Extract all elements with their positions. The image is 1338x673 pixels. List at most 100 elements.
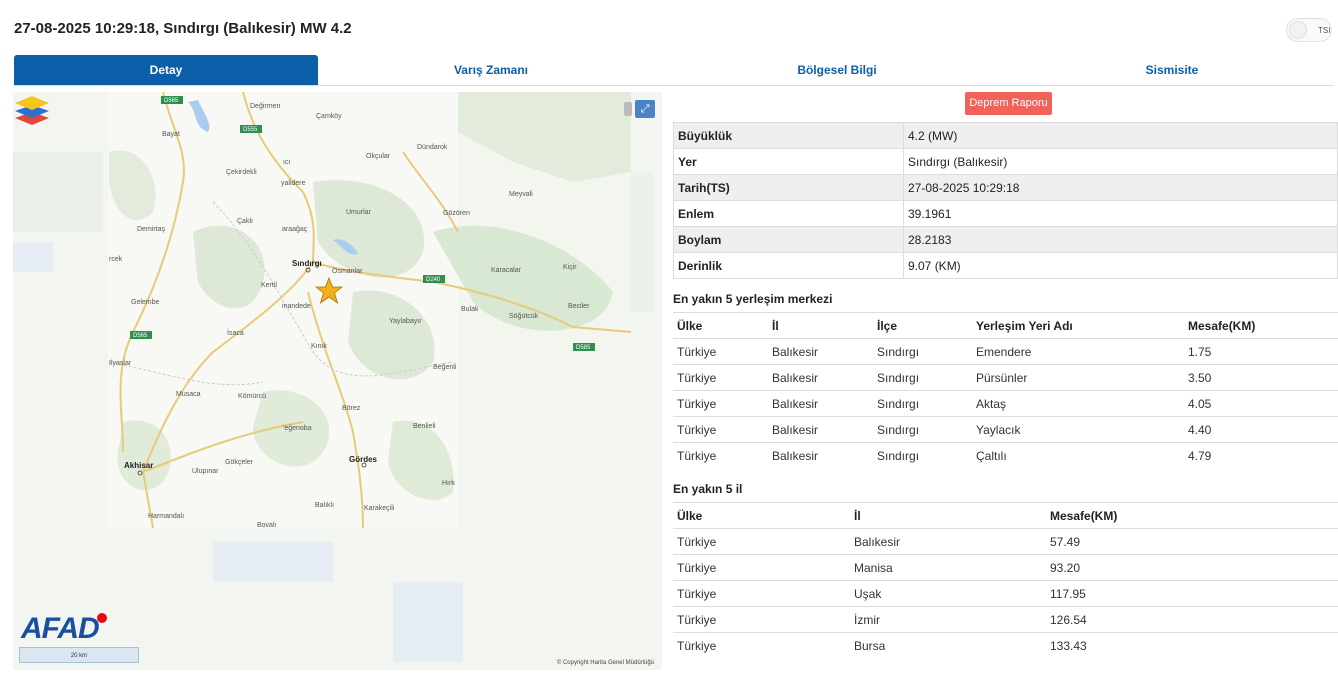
svg-text:D565: D565: [133, 333, 148, 339]
table-cell: Sındırgı: [873, 390, 972, 417]
svg-text:ıcı: ıcı: [283, 159, 290, 166]
svg-text:Harmandalı: Harmandalı: [148, 513, 184, 520]
settlements-table: Ülke İl İlçe Yerleşim Yeri Adı Mesafe(KM) Tü…: [673, 312, 1338, 469]
svg-text:Sındırgı: Sındırgı: [292, 259, 322, 268]
detail-row: Enlem 39.1961: [673, 200, 1338, 227]
svg-text:araağaç: araağaç: [282, 226, 308, 233]
detail-value: 39.1961: [903, 200, 1338, 227]
tab-bar: Detay Varış Zamanı Bölgesel Bilgi Sismis…: [14, 55, 1334, 86]
svg-text:Kertil: Kertil: [261, 282, 277, 289]
detail-value: Sındırgı (Balıkesir): [903, 148, 1338, 175]
table-row: Türkiye Manisa 93.20: [673, 554, 1338, 581]
svg-text:D585: D585: [576, 345, 591, 351]
table-row: Türkiye Balıkesir 57.49: [673, 528, 1338, 555]
table-cell: Pürsünler: [972, 364, 1184, 391]
table-cell: Balıkesir: [768, 390, 873, 417]
svg-text:Bulak: Bulak: [461, 306, 479, 313]
svg-text:Ilyaslar: Ilyaslar: [109, 360, 132, 367]
page-title: 27-08-2025 10:29:18, Sındırgı (Balıkesir…: [14, 20, 352, 37]
detail-key: Yer: [673, 148, 904, 175]
table-cell: 93.20: [1046, 554, 1338, 581]
detail-value: 28.2183: [903, 226, 1338, 253]
svg-text:Karakeçili: Karakeçili: [364, 505, 395, 512]
table-cell: Türkiye: [673, 442, 768, 469]
toggle-label: TSI: [1318, 26, 1331, 35]
detail-key: Derinlik: [673, 252, 904, 279]
svg-text:Benlieli: Benlieli: [413, 423, 436, 430]
detail-value: 9.07 (KM): [903, 252, 1338, 279]
table-row: Türkiye İzmir 126.54: [673, 606, 1338, 633]
svg-text:D240: D240: [426, 277, 441, 283]
table-cell: Türkiye: [673, 528, 850, 555]
table-cell: Türkiye: [673, 632, 850, 659]
table-cell: Sındırgı: [873, 364, 972, 391]
detail-key: Büyüklük: [673, 122, 904, 149]
svg-text:D555: D555: [243, 127, 258, 133]
svg-text:Osmanlar: Osmanlar: [332, 268, 363, 275]
column-header: Yerleşim Yeri Adı: [972, 312, 1184, 339]
page-header: 27-08-2025 10:29:18, Sındırgı (Balıkesir…: [0, 0, 1338, 56]
fullscreen-icon[interactable]: ⤢: [635, 100, 655, 118]
provinces-title: En yakın 5 il: [673, 482, 743, 496]
table-cell: Uşak: [850, 580, 1046, 607]
detail-row: Derinlik 9.07 (KM): [673, 252, 1338, 279]
detail-key: Enlem: [673, 200, 904, 227]
deprem-raporu-button[interactable]: Deprem Raporu: [965, 92, 1052, 115]
tab-detay[interactable]: Detay: [14, 55, 318, 85]
table-cell: Balıkesir: [768, 442, 873, 469]
svg-text:Bovalı: Bovalı: [257, 522, 277, 529]
column-header: Mesafe(KM): [1046, 502, 1338, 529]
tab-varis-zamani[interactable]: Varış Zamanı: [318, 55, 664, 85]
table-cell: Türkiye: [673, 416, 768, 443]
table-cell: Türkiye: [673, 606, 850, 633]
table-cell: Türkiye: [673, 364, 768, 391]
table-row: Türkiye Balıkesir Sındırgı Pürsünler 3.50: [673, 364, 1338, 391]
map-control-handle[interactable]: [624, 102, 632, 116]
flag-icon: [97, 613, 107, 623]
detail-row: Boylam 28.2183: [673, 226, 1338, 253]
table-cell: Aktaş: [972, 390, 1184, 417]
table-cell: Balıkesir: [768, 416, 873, 443]
column-header: Mesafe(KM): [1184, 312, 1338, 339]
toggle-knob: [1289, 21, 1307, 39]
table-cell: Balıkesir: [768, 364, 873, 391]
table-row: Türkiye Uşak 117.95: [673, 580, 1338, 607]
table-cell: 1.75: [1184, 338, 1338, 365]
detail-row: Yer Sındırgı (Balıkesir): [673, 148, 1338, 175]
tab-sismisite[interactable]: Sismisite: [1010, 55, 1334, 85]
tab-bolgesel-bilgi[interactable]: Bölgesel Bilgi: [664, 55, 1010, 85]
column-header: Ülke: [673, 312, 768, 339]
detail-key: Boylam: [673, 226, 904, 253]
table-row: Türkiye Balıkesir Sındırgı Aktaş 4.05: [673, 390, 1338, 417]
table-cell: Bursa: [850, 632, 1046, 659]
detail-row: Tarih(TS) 27-08-2025 10:29:18: [673, 174, 1338, 201]
svg-text:Akhisar: Akhisar: [124, 461, 153, 470]
table-cell: Balıkesir: [850, 528, 1046, 555]
table-cell: Türkiye: [673, 580, 850, 607]
map-scale: 20 km: [19, 647, 139, 663]
svg-text:Çaklı: Çaklı: [237, 218, 253, 225]
table-cell: Sındırgı: [873, 338, 972, 365]
table-cell: 4.79: [1184, 442, 1338, 469]
svg-text:Okçular: Okçular: [366, 153, 391, 160]
layers-icon[interactable]: [13, 92, 51, 126]
table-cell: Türkiye: [673, 554, 850, 581]
svg-text:Ulupınar: Ulupınar: [192, 468, 219, 475]
svg-text:Balıklı: Balıklı: [315, 502, 334, 509]
svg-text:Börez: Börez: [342, 405, 361, 412]
table-cell: 133.43: [1046, 632, 1338, 659]
svg-text:Değirmen: Değirmen: [250, 103, 280, 110]
table-cell: İzmir: [850, 606, 1046, 633]
table-cell: Emendere: [972, 338, 1184, 365]
svg-text:İsaca: İsaca: [227, 328, 244, 337]
epicenter-map[interactable]: D565 D555 D240 D585 D565 Değirmen Çamköy …: [13, 92, 662, 670]
table-cell: Balıkesir: [768, 338, 873, 365]
svg-text:Çekirdekli: Çekirdekli: [226, 169, 257, 176]
table-cell: 117.95: [1046, 580, 1338, 607]
table-row: Türkiye Balıkesir Sındırgı Emendere 1.75: [673, 338, 1338, 365]
detail-value: 27-08-2025 10:29:18: [903, 174, 1338, 201]
column-header: İl: [850, 502, 1046, 529]
map-canvas: D565 D555 D240 D585 D565 DeğirmenÇamköy …: [13, 92, 662, 670]
table-row: Türkiye Bursa 133.43: [673, 632, 1338, 659]
tsi-toggle[interactable]: TSI: [1286, 18, 1332, 42]
